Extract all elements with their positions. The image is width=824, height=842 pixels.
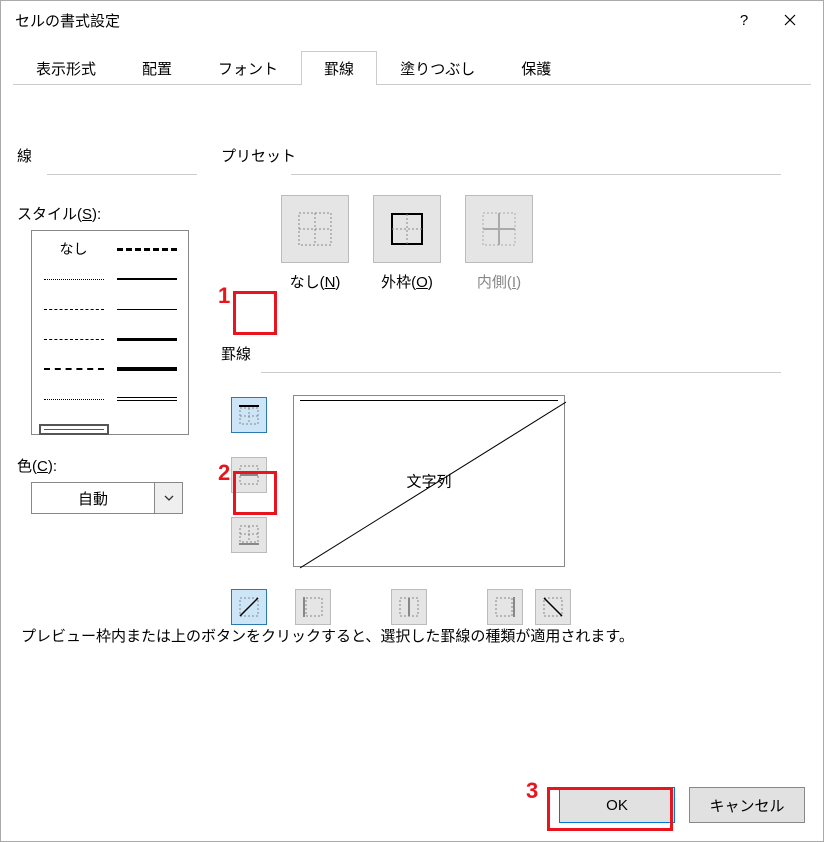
tab-fill[interactable]: 塗りつぶし [377,51,498,85]
line-style-none[interactable]: なし [42,241,105,257]
line-style-option[interactable] [115,241,178,257]
line-style-option[interactable] [115,301,178,317]
border-middle-v-button[interactable] [391,589,427,625]
border-left-button[interactable] [295,589,331,625]
chevron-down-icon [154,483,182,513]
preset-none-icon [295,209,335,249]
line-group-label: 線 [17,148,32,165]
line-style-option[interactable] [115,331,178,347]
preset-group-label: プリセット [221,148,296,165]
border-preview[interactable]: 文字列 [293,395,565,567]
tab-alignment[interactable]: 配置 [119,51,195,85]
color-label: 色(C): [17,455,207,476]
tab-font[interactable]: フォント [195,51,301,85]
divider [47,174,197,175]
tab-border[interactable]: 罫線 [301,51,377,85]
divider [261,372,781,373]
line-style-option[interactable] [42,361,105,377]
preset-none-label: なし(N) [290,271,341,292]
border-diag-down-icon [541,595,565,619]
border-left-icon [301,595,325,619]
line-style-option[interactable] [42,271,105,287]
border-top-icon [237,403,261,427]
border-right-button[interactable] [487,589,523,625]
annotation-2: 2 [218,460,230,486]
preview-text: 文字列 [406,471,451,492]
style-label: スタイル(S): [17,203,207,224]
preset-none-button[interactable] [281,195,349,263]
border-group: 罫線 文字列 [221,343,781,391]
border-diag-down-button[interactable] [535,589,571,625]
preset-outline-icon [387,209,427,249]
line-style-option[interactable] [115,361,178,377]
preset-inside-button[interactable] [465,195,533,263]
border-middle-h-button[interactable] [231,457,267,493]
border-right-icon [493,595,517,619]
preset-inside-icon [479,209,519,249]
preset-outline-button[interactable] [373,195,441,263]
cancel-button[interactable]: キャンセル [689,787,805,823]
dialog-body: 線 スタイル(S): なし 色(C): 自動 [1,85,823,113]
border-middle-v-icon [397,595,421,619]
line-style-option[interactable] [115,271,178,287]
dialog-buttons: OK キャンセル [559,787,805,823]
border-bottom-button[interactable] [231,517,267,553]
close-button[interactable] [767,5,813,35]
annotation-3: 3 [526,778,538,804]
border-diag-up-icon [237,595,261,619]
dialog-title: セルの書式設定 [15,10,721,31]
ok-button[interactable]: OK [559,787,675,823]
hint-text: プレビュー枠内または上のボタンをクリックすると、選択した罫線の種類が適用されます… [21,625,634,646]
line-style-option[interactable] [42,391,105,407]
annotation-box-1 [233,291,277,335]
tab-protection[interactable]: 保護 [498,51,574,85]
format-cells-dialog: セルの書式設定 ? 表示形式 配置 フォント 罫線 塗りつぶし 保護 線 スタイ… [0,0,824,842]
divider [291,174,781,175]
preset-group: プリセット なし(N) 外枠(O) [221,145,781,292]
tab-strip: 表示形式 配置 フォント 罫線 塗りつぶし 保護 [13,51,811,85]
line-style-option[interactable] [42,301,105,317]
color-value: 自動 [32,483,154,513]
border-middle-h-icon [237,463,261,487]
line-style-option[interactable] [42,331,105,347]
border-group-label: 罫線 [221,346,251,363]
tab-number[interactable]: 表示形式 [13,51,119,85]
line-style-option[interactable] [115,391,178,407]
titlebar: セルの書式設定 ? [1,1,823,39]
line-group: 線 スタイル(S): なし 色(C): 自動 [17,145,207,514]
line-style-selected[interactable] [42,421,105,437]
preset-inside-label: 内側(I) [477,271,521,292]
close-icon [784,14,796,26]
help-button[interactable]: ? [721,5,767,35]
line-style-list[interactable]: なし [31,230,189,435]
color-dropdown[interactable]: 自動 [31,482,183,514]
preset-outline-label: 外枠(O) [381,271,433,292]
border-diag-up-button[interactable] [231,589,267,625]
border-top-button[interactable] [231,397,267,433]
border-bottom-icon [237,523,261,547]
